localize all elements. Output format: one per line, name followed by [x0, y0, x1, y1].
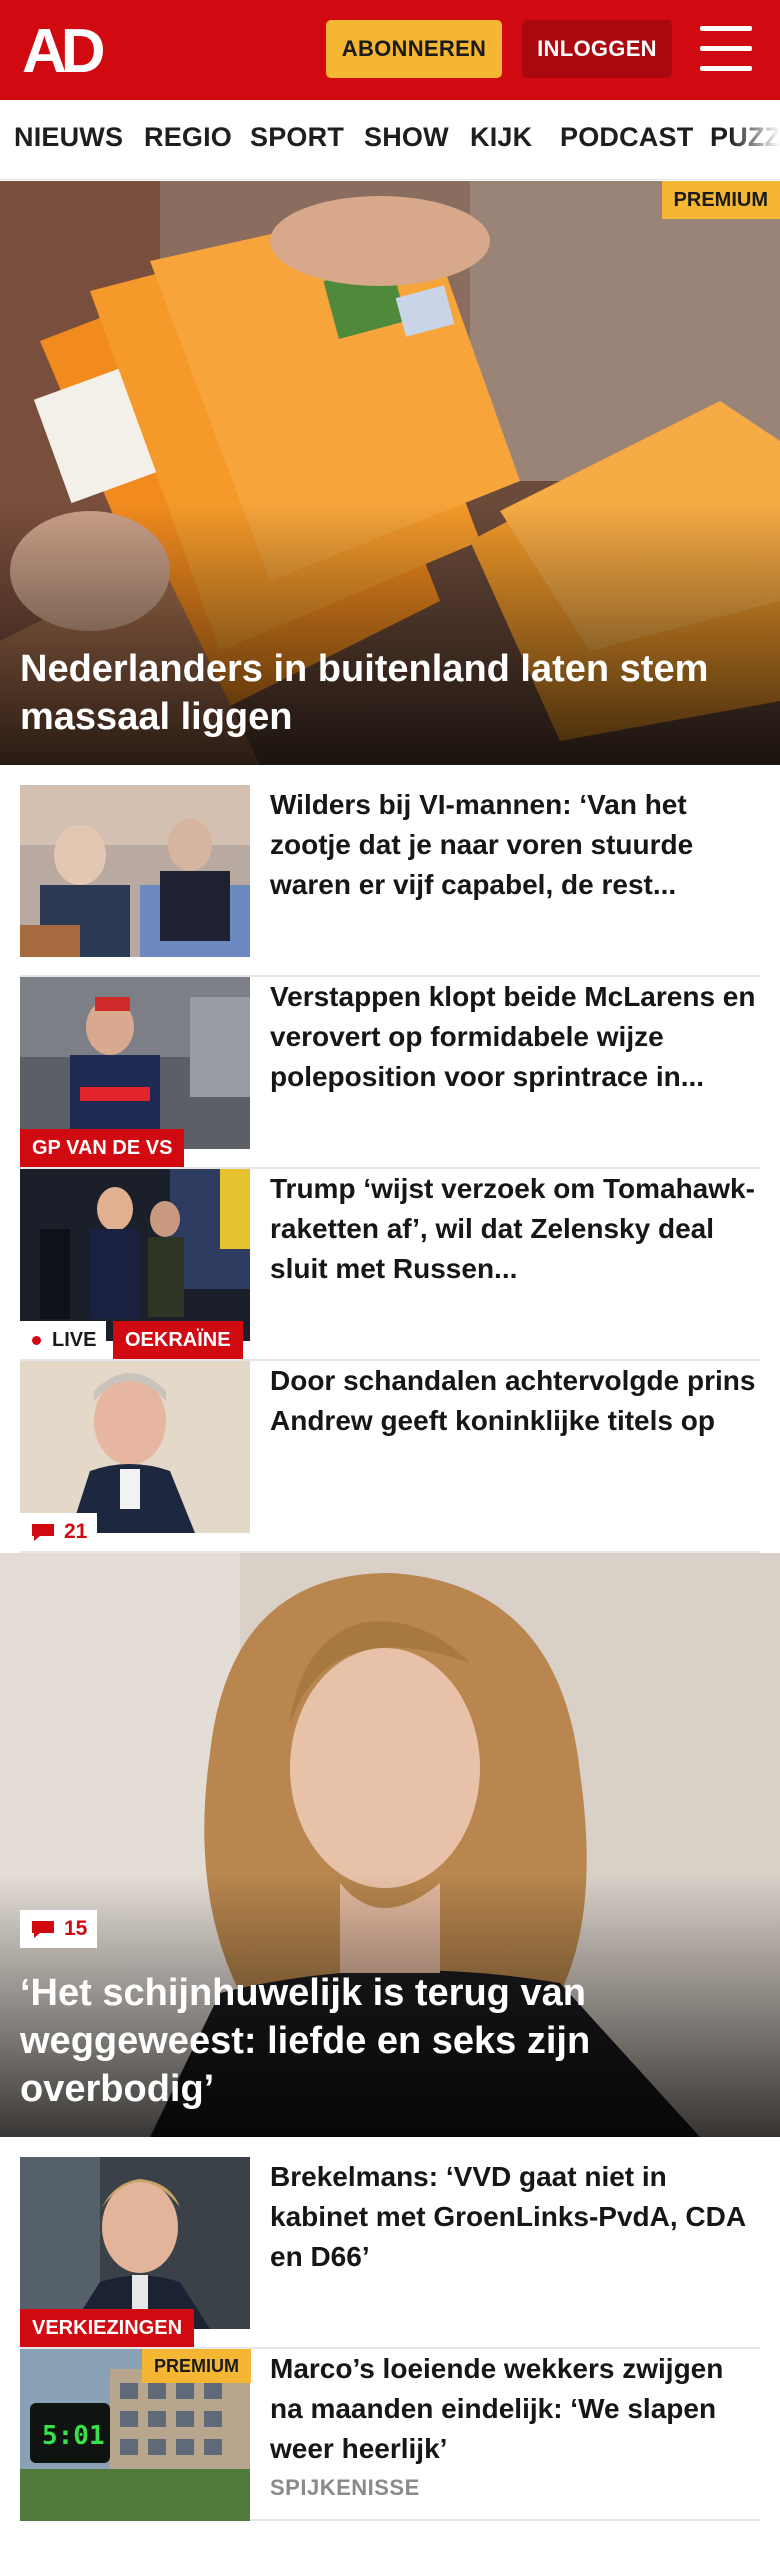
premium-badge: PREMIUM: [661, 181, 780, 219]
hero-title[interactable]: ‘Het schijnhuwelijk is terug van weggewe…: [20, 1969, 750, 2113]
article-title[interactable]: Marco’s loeiende wekkers zwijgen na maan…: [270, 2349, 760, 2469]
comment-count: 21: [64, 1520, 88, 1543]
article-location: SPIJKENISSE: [270, 2475, 420, 2500]
live-label: LIVE: [52, 1329, 97, 1351]
logo-text: AD: [22, 22, 104, 78]
nav-item-podcast[interactable]: PODCAST: [560, 122, 693, 153]
comment-bubble-icon: [32, 1524, 54, 1541]
ad-logo[interactable]: AD: [22, 17, 118, 86]
article-title[interactable]: Door schandalen achtervolgde prins Andre…: [270, 1361, 760, 1441]
hamburger-menu-icon[interactable]: [700, 26, 752, 72]
subscribe-button[interactable]: ABONNEREN: [326, 20, 502, 78]
comment-count-badge[interactable]: 21: [20, 1513, 98, 1551]
site-header: AD ABONNEREN INLOGGEN: [0, 0, 780, 100]
list-item[interactable]: 5:01 PREMIUM Marco’s loeiende wekkers zw…: [20, 2349, 760, 2521]
section-nav: NIEUWS REGIO SPORT SHOW KIJK PODCAST PUZ…: [0, 100, 780, 180]
article-thumbnail: [20, 977, 250, 1149]
category-tag: OEKRAÏNE: [113, 1321, 243, 1359]
article-thumbnail: [20, 1361, 250, 1533]
comment-count-badge[interactable]: 15: [20, 1910, 98, 1948]
clock-display-text: 5:01: [42, 2421, 105, 2451]
comment-bubble-icon: [32, 1921, 54, 1938]
list-item[interactable]: 21 Door schandalen achtervolgde prins An…: [20, 1361, 760, 1553]
comment-count: 15: [64, 1917, 88, 1940]
article-thumbnail: [20, 2157, 250, 2329]
category-tag: VERKIEZINGEN: [20, 2309, 195, 2347]
list-item[interactable]: VERKIEZINGEN Brekelmans: ‘VVD gaat niet …: [20, 2157, 760, 2349]
article-title[interactable]: Trump ‘wijst verzoek om Tomahawk-rakette…: [270, 1169, 760, 1289]
nav-item-show[interactable]: SHOW: [364, 122, 449, 153]
live-dot-icon: [32, 1336, 41, 1345]
nav-item-regio[interactable]: REGIO: [144, 122, 232, 153]
article-title[interactable]: Wilders bij VI-mannen: ‘Van het zootje d…: [270, 785, 760, 905]
nav-scroll-fade: [730, 100, 780, 179]
article-thumbnail: [20, 1169, 250, 1341]
live-badge: LIVE: [20, 1321, 107, 1359]
hero-article-envelopes[interactable]: PREMIUM Nederlanders in buitenland laten…: [0, 181, 780, 765]
hero-title[interactable]: Nederlanders in buitenland laten stem ma…: [20, 645, 750, 741]
list-item[interactable]: Wilders bij VI-mannen: ‘Van het zootje d…: [20, 785, 760, 977]
hero-article-portrait[interactable]: 15 ‘Het schijnhuwelijk is terug van wegg…: [0, 1553, 780, 2137]
article-title[interactable]: Verstappen klopt beide McLarens en verov…: [270, 977, 760, 1097]
nav-item-kijk[interactable]: KIJK: [470, 122, 532, 153]
article-thumbnail: [20, 785, 250, 957]
nav-item-sport[interactable]: SPORT: [250, 122, 344, 153]
list-item[interactable]: LIVE OEKRAÏNE Trump ‘wijst verzoek om To…: [20, 1169, 760, 1361]
premium-badge: PREMIUM: [142, 2349, 251, 2383]
login-button[interactable]: INLOGGEN: [522, 20, 672, 78]
category-tag: GP VAN DE VS: [20, 1129, 185, 1167]
article-title[interactable]: Brekelmans: ‘VVD gaat niet in kabinet me…: [270, 2157, 760, 2277]
list-item[interactable]: GP VAN DE VS Verstappen klopt beide McLa…: [20, 977, 760, 1169]
nav-item-nieuws[interactable]: NIEUWS: [14, 122, 123, 153]
